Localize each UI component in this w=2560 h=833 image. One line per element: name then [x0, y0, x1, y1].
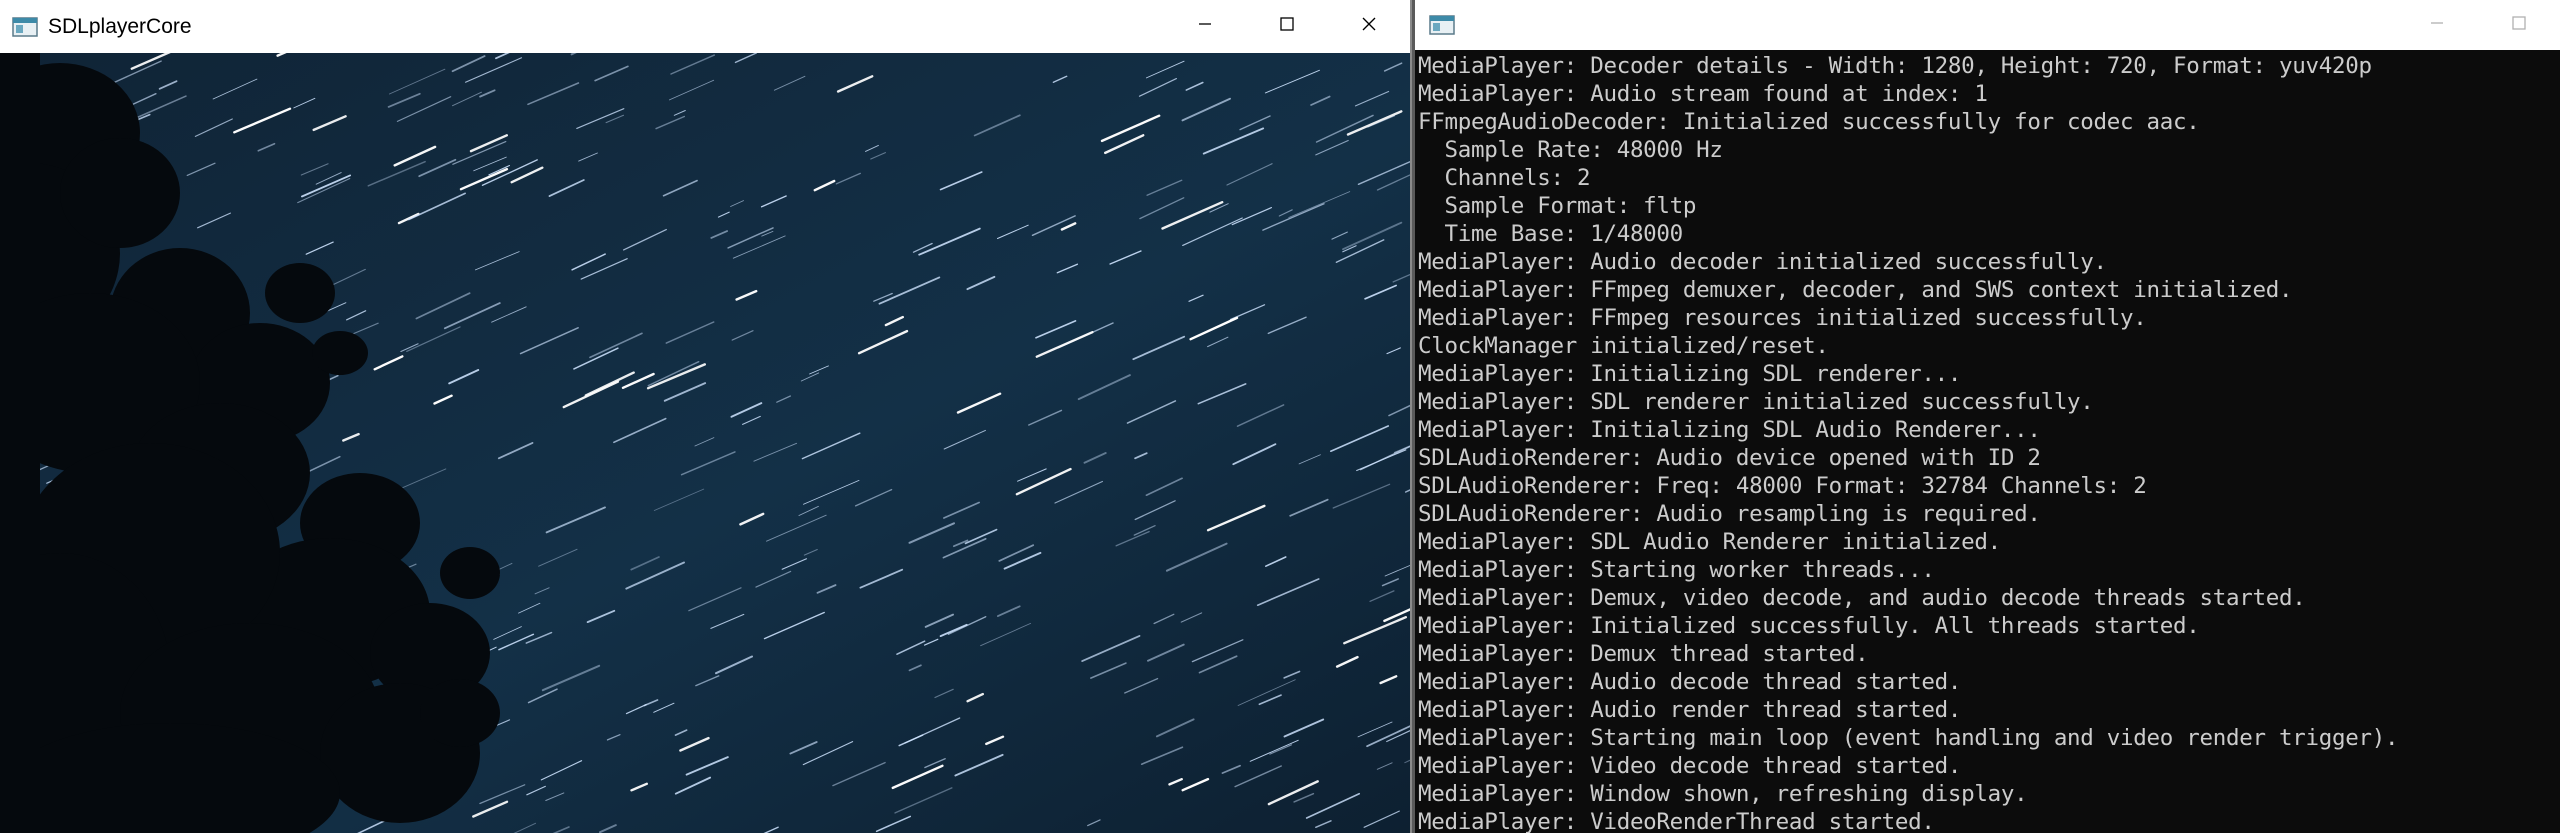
console-line: MediaPlayer: Initializing SDL Audio Rend…: [1418, 417, 2041, 443]
close-icon: [1361, 16, 1377, 37]
console-window-icon: [1429, 15, 1455, 35]
console-title-bar[interactable]: [1415, 0, 2560, 50]
console-minimize-button[interactable]: [2396, 0, 2478, 50]
console-line: MediaPlayer: SDL renderer initialized su…: [1418, 389, 2094, 415]
caption-buttons: [1164, 0, 1410, 53]
maximize-icon: [2511, 15, 2527, 36]
close-button[interactable]: [1328, 0, 1410, 53]
console-line: MediaPlayer: Audio stream found at index…: [1418, 81, 1988, 107]
console-line: Channels: 2: [1418, 165, 1591, 191]
app-window-icon: [12, 16, 38, 37]
video-frame-image: [0, 53, 1410, 833]
console-line: MediaPlayer: Initializing SDL renderer..…: [1418, 361, 1962, 387]
player-title-bar[interactable]: SDLplayerCore: [0, 0, 1410, 53]
console-line: ClockManager initialized/reset.: [1418, 333, 1829, 359]
console-line: Sample Format: fltp: [1418, 193, 1697, 219]
console-line: MediaPlayer: Demux thread started.: [1418, 641, 1869, 667]
console-line: MediaPlayer: FFmpeg resources initialize…: [1418, 305, 2147, 331]
console-line: MediaPlayer: Decoder details - Width: 12…: [1418, 53, 2372, 79]
desktop: SDLplayerCore MediaPlayer: Decoder detai…: [0, 0, 2560, 833]
console-line: MediaPlayer: Starting worker threads...: [1418, 557, 1935, 583]
console-line: FFmpegAudioDecoder: Initialized successf…: [1418, 109, 2200, 135]
window-title: SDLplayerCore: [48, 14, 192, 38]
console-line: Time Base: 1/48000: [1418, 221, 1683, 247]
console-maximize-button[interactable]: [2478, 0, 2560, 50]
console-line: MediaPlayer: Audio decoder initialized s…: [1418, 249, 2107, 275]
video-frame[interactable]: [0, 53, 1410, 833]
console-line: MediaPlayer: SDL Audio Renderer initiali…: [1418, 529, 2001, 555]
minimize-icon: [1197, 16, 1213, 37]
player-window: SDLplayerCore: [0, 0, 1412, 833]
minimize-button[interactable]: [1164, 0, 1246, 53]
console-line: MediaPlayer: Audio render thread started…: [1418, 697, 1962, 723]
console-line: MediaPlayer: Video decode thread started…: [1418, 753, 1962, 779]
console-line: MediaPlayer: Starting main loop (event h…: [1418, 725, 2399, 751]
console-line: MediaPlayer: Audio decode thread started…: [1418, 669, 1962, 695]
console-line: MediaPlayer: FFmpeg demuxer, decoder, an…: [1418, 277, 2293, 303]
console-window: MediaPlayer: Decoder details - Width: 12…: [1412, 0, 2560, 833]
console-line: SDLAudioRenderer: Audio resampling is re…: [1418, 501, 2041, 527]
maximize-icon: [1279, 16, 1295, 37]
console-line: MediaPlayer: Demux, video decode, and au…: [1418, 585, 2306, 611]
maximize-button[interactable]: [1246, 0, 1328, 53]
console-line: Sample Rate: 48000 Hz: [1418, 137, 1723, 163]
console-line: MediaPlayer: Window shown, refreshing di…: [1418, 781, 2028, 807]
console-line: MediaPlayer: VideoRenderThread started.: [1418, 809, 1935, 833]
console-output[interactable]: MediaPlayer: Decoder details - Width: 12…: [1418, 52, 2560, 833]
console-line: MediaPlayer: Initialized successfully. A…: [1418, 613, 2200, 639]
console-caption-buttons: [2396, 0, 2560, 50]
console-line: SDLAudioRenderer: Freq: 48000 Format: 32…: [1418, 473, 2147, 499]
minimize-icon: [2429, 15, 2445, 36]
console-line: SDLAudioRenderer: Audio device opened wi…: [1418, 445, 2041, 471]
